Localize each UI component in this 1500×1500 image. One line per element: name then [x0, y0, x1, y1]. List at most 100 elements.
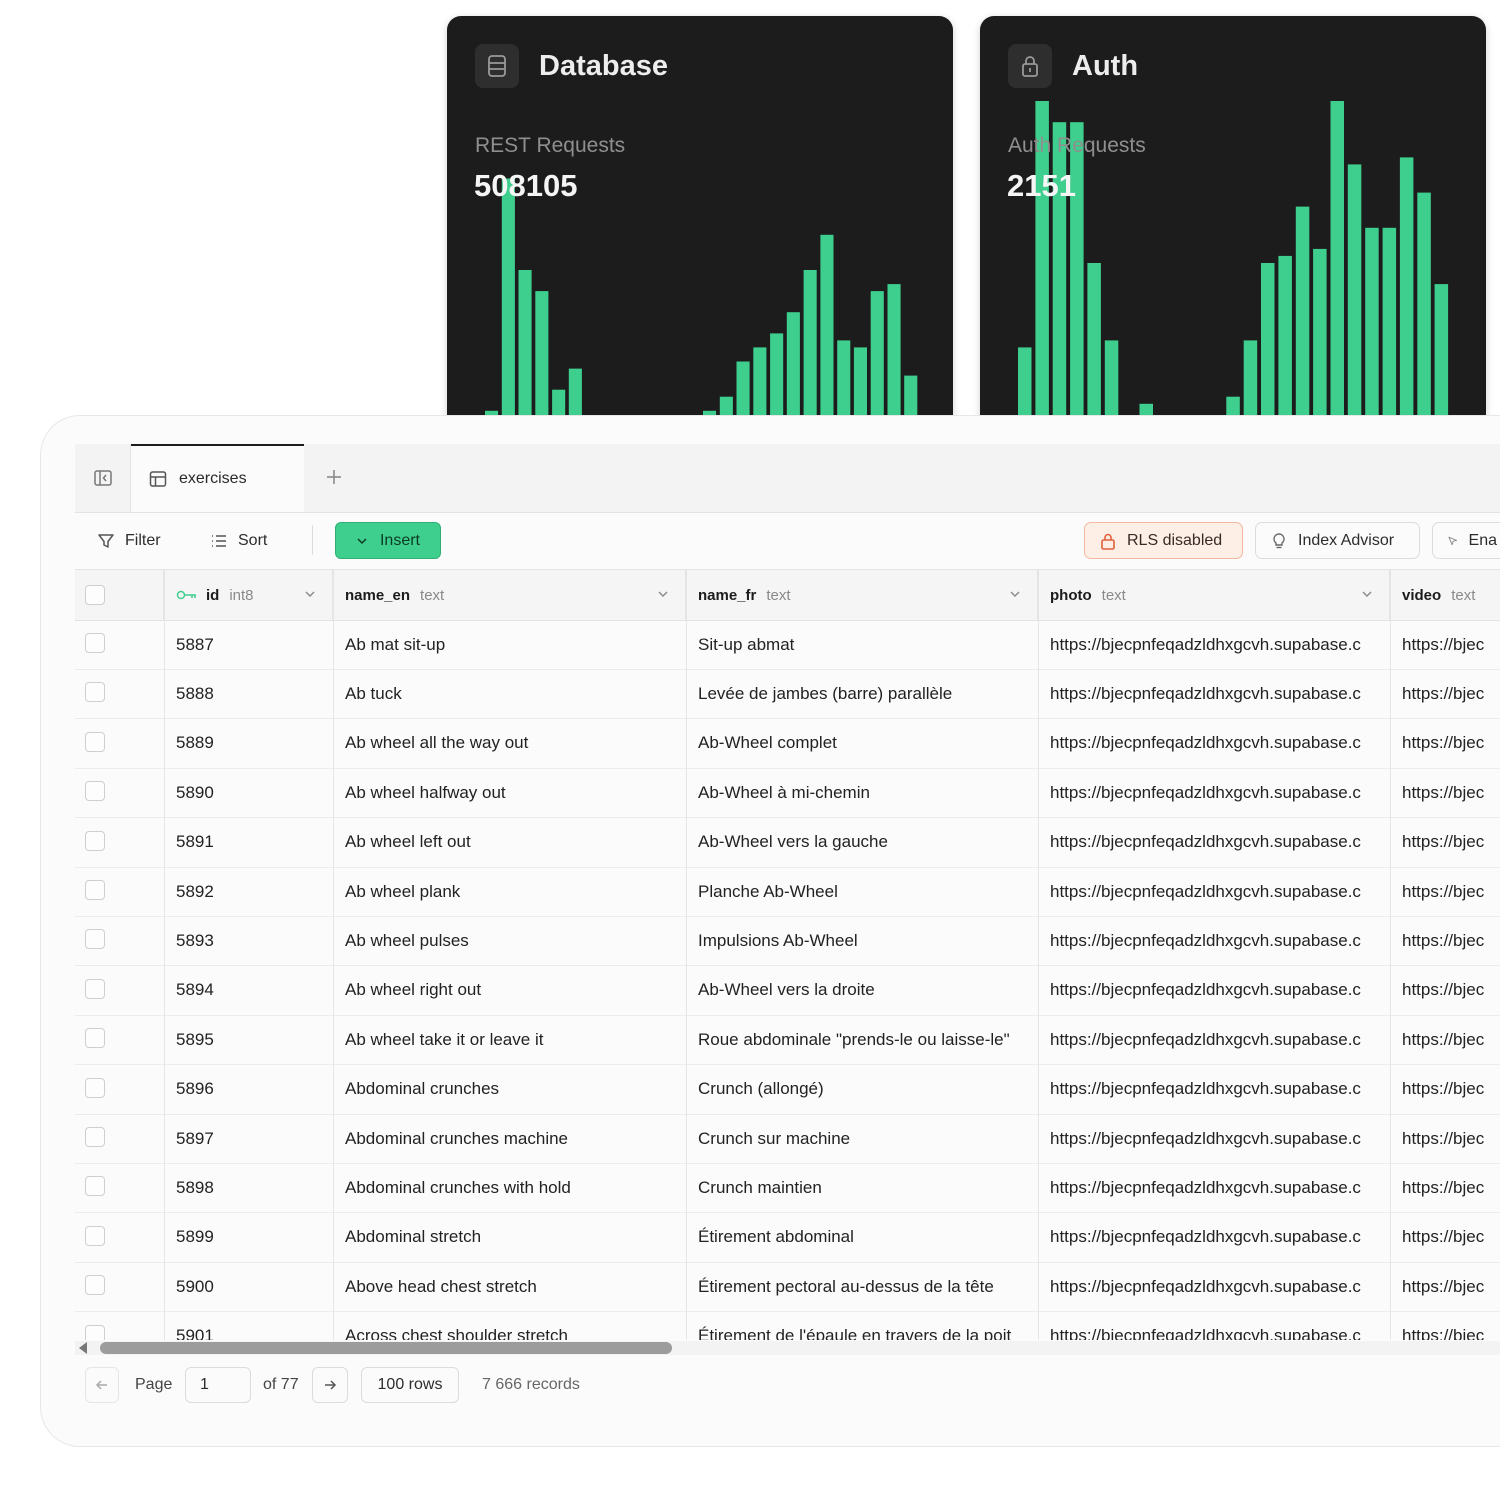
table-row[interactable]: 5893 Ab wheel pulses Impulsions Ab-Wheel ht… — [75, 916, 1500, 967]
table-row[interactable]: 5892 Ab wheel plank Planche Ab-Wheel https:… — [75, 867, 1500, 917]
cell-name-fr[interactable]: Étirement abdominal — [686, 1213, 1038, 1262]
cell-name-en[interactable]: Ab tuck — [333, 669, 686, 718]
cell-video[interactable]: https://bjec — [1390, 1065, 1500, 1114]
cell-photo[interactable]: https://bjecpnfeqadzldhxgcvh.supabase.c — [1038, 1065, 1390, 1114]
cell-id[interactable]: 5898 — [164, 1163, 333, 1212]
cell-name-en[interactable]: Across chest shoulder stretch — [333, 1312, 686, 1340]
cell-photo[interactable]: https://bjecpnfeqadzldhxgcvh.supabase.c — [1038, 1163, 1390, 1212]
column-header-id[interactable]: id int8 — [164, 570, 333, 620]
cell-name-en[interactable]: Ab wheel all the way out — [333, 719, 686, 768]
select-all-checkbox[interactable] — [85, 585, 105, 605]
cell-id[interactable]: 5890 — [164, 768, 333, 817]
chevron-down-icon[interactable] — [1009, 588, 1021, 600]
cell-video[interactable]: https://bjec — [1390, 867, 1500, 916]
cell-photo[interactable]: https://bjecpnfeqadzldhxgcvh.supabase.c — [1038, 1114, 1390, 1163]
cell-id[interactable]: 5894 — [164, 966, 333, 1015]
table-row[interactable]: 5889 Ab wheel all the way out Ab-Wheel com… — [75, 719, 1500, 769]
table-row[interactable]: 5899 Abdominal stretch Étirement abdominal… — [75, 1213, 1500, 1263]
row-checkbox[interactable] — [85, 1077, 105, 1098]
row-checkbox[interactable] — [85, 1324, 105, 1340]
table-row[interactable]: 5896 Abdominal crunches Crunch (allongé) ht… — [75, 1065, 1500, 1115]
cell-id[interactable]: 5900 — [164, 1262, 333, 1311]
table-row[interactable]: 5888 Ab tuck Levée de jambes (barre) paral… — [75, 669, 1500, 720]
cell-video[interactable]: https://bjec — [1390, 1015, 1500, 1064]
row-checkbox[interactable] — [85, 830, 105, 851]
auth-card[interactable]: Auth Auth Requests 2151 — [980, 16, 1486, 446]
cell-id[interactable]: 5891 — [164, 818, 333, 867]
table-row[interactable]: 5887 Ab mat sit-up Sit-up abmat https://bje… — [75, 620, 1500, 670]
table-row[interactable]: 5901 Across chest shoulder stretch Étireme… — [75, 1312, 1500, 1340]
cell-id[interactable]: 5893 — [164, 916, 333, 965]
filter-button[interactable]: Filter — [97, 523, 161, 559]
cell-video[interactable]: https://bjec — [1390, 1163, 1500, 1212]
cell-name-en[interactable]: Ab wheel right out — [333, 966, 686, 1015]
chevron-down-icon[interactable] — [1361, 588, 1373, 600]
column-header-name-en[interactable]: name_en text — [333, 570, 686, 620]
cell-video[interactable]: https://bjec — [1390, 768, 1500, 817]
cell-name-fr[interactable]: Planche Ab-Wheel — [686, 867, 1038, 916]
cell-name-fr[interactable]: Roue abdominale "prends-le ou laisse-le" — [686, 1015, 1038, 1064]
tab-exercises[interactable]: exercises — [131, 444, 304, 512]
cell-name-fr[interactable]: Ab-Wheel complet — [686, 719, 1038, 768]
table-row[interactable]: 5894 Ab wheel right out Ab-Wheel vers la d… — [75, 966, 1500, 1016]
cell-name-fr[interactable]: Étirement pectoral au-dessus de la tête — [686, 1262, 1038, 1311]
cell-video[interactable]: https://bjec — [1390, 1114, 1500, 1163]
cell-video[interactable]: https://bjec — [1390, 916, 1500, 965]
cell-name-en[interactable]: Ab wheel pulses — [333, 916, 686, 965]
column-header-photo[interactable]: photo text — [1038, 570, 1390, 620]
cell-photo[interactable]: https://bjecpnfeqadzldhxgcvh.supabase.c — [1038, 669, 1390, 718]
cell-name-fr[interactable]: Étirement de l'épaule en travers de la p… — [686, 1312, 1038, 1340]
row-checkbox[interactable] — [85, 1176, 105, 1197]
row-checkbox[interactable] — [85, 781, 105, 802]
cell-name-en[interactable]: Ab mat sit-up — [333, 620, 686, 669]
cell-name-fr[interactable]: Crunch (allongé) — [686, 1065, 1038, 1114]
cell-name-fr[interactable]: Levée de jambes (barre) parallèle — [686, 669, 1038, 718]
column-header-video[interactable]: video text — [1390, 570, 1500, 620]
scroll-left-arrow-icon[interactable] — [79, 1342, 87, 1354]
cell-video[interactable]: https://bjec — [1390, 620, 1500, 669]
cell-name-en[interactable]: Abdominal stretch — [333, 1213, 686, 1262]
cell-photo[interactable]: https://bjecpnfeqadzldhxgcvh.supabase.c — [1038, 1262, 1390, 1311]
row-checkbox[interactable] — [85, 880, 105, 900]
cell-name-en[interactable]: Abdominal crunches — [333, 1065, 686, 1114]
cell-name-en[interactable]: Above head chest stretch — [333, 1262, 686, 1311]
cell-photo[interactable]: https://bjecpnfeqadzldhxgcvh.supabase.c — [1038, 620, 1390, 669]
cell-photo[interactable]: https://bjecpnfeqadzldhxgcvh.supabase.c — [1038, 916, 1390, 965]
table-row[interactable]: 5897 Abdominal crunches machine Crunch sur… — [75, 1114, 1500, 1164]
cell-photo[interactable]: https://bjecpnfeqadzldhxgcvh.supabase.c — [1038, 867, 1390, 916]
horizontal-scrollbar-thumb[interactable] — [100, 1342, 672, 1354]
cell-name-fr[interactable]: Crunch maintien — [686, 1163, 1038, 1212]
previous-page-button[interactable] — [85, 1367, 119, 1403]
cell-id[interactable]: 5897 — [164, 1114, 333, 1163]
cell-photo[interactable]: https://bjecpnfeqadzldhxgcvh.supabase.c — [1038, 719, 1390, 768]
cell-video[interactable]: https://bjec — [1390, 719, 1500, 768]
insert-button[interactable]: Insert — [335, 522, 441, 559]
cell-name-fr[interactable]: Sit-up abmat — [686, 620, 1038, 669]
row-checkbox[interactable] — [85, 978, 105, 999]
cell-name-en[interactable]: Ab wheel left out — [333, 818, 686, 867]
chevron-down-icon[interactable] — [304, 588, 316, 600]
cell-video[interactable]: https://bjec — [1390, 1312, 1500, 1340]
cell-id[interactable]: 5887 — [164, 620, 333, 669]
cell-photo[interactable]: https://bjecpnfeqadzldhxgcvh.supabase.c — [1038, 1015, 1390, 1064]
chevron-down-icon[interactable] — [657, 588, 669, 600]
row-checkbox[interactable] — [85, 1028, 105, 1049]
cell-name-en[interactable]: Ab wheel take it or leave it — [333, 1015, 686, 1064]
cell-video[interactable]: https://bjec — [1390, 818, 1500, 867]
sort-button[interactable]: Sort — [210, 523, 267, 559]
row-checkbox[interactable] — [85, 929, 105, 950]
cell-photo[interactable]: https://bjecpnfeqadzldhxgcvh.supabase.c — [1038, 818, 1390, 867]
cell-name-en[interactable]: Ab wheel halfway out — [333, 768, 686, 817]
page-input[interactable]: 1 — [185, 1367, 251, 1403]
cell-photo[interactable]: https://bjecpnfeqadzldhxgcvh.supabase.c — [1038, 1213, 1390, 1262]
cell-video[interactable]: https://bjec — [1390, 966, 1500, 1015]
cell-photo[interactable]: https://bjecpnfeqadzldhxgcvh.supabase.c — [1038, 966, 1390, 1015]
add-tab-button[interactable] — [321, 464, 347, 490]
cell-id[interactable]: 5899 — [164, 1213, 333, 1262]
table-row[interactable]: 5898 Abdominal crunches with hold Crunch m… — [75, 1163, 1500, 1214]
cell-id[interactable]: 5896 — [164, 1065, 333, 1114]
cell-name-en[interactable]: Ab wheel plank — [333, 867, 686, 916]
row-checkbox[interactable] — [85, 1127, 105, 1147]
cell-id[interactable]: 5895 — [164, 1015, 333, 1064]
cell-id[interactable]: 5892 — [164, 867, 333, 916]
